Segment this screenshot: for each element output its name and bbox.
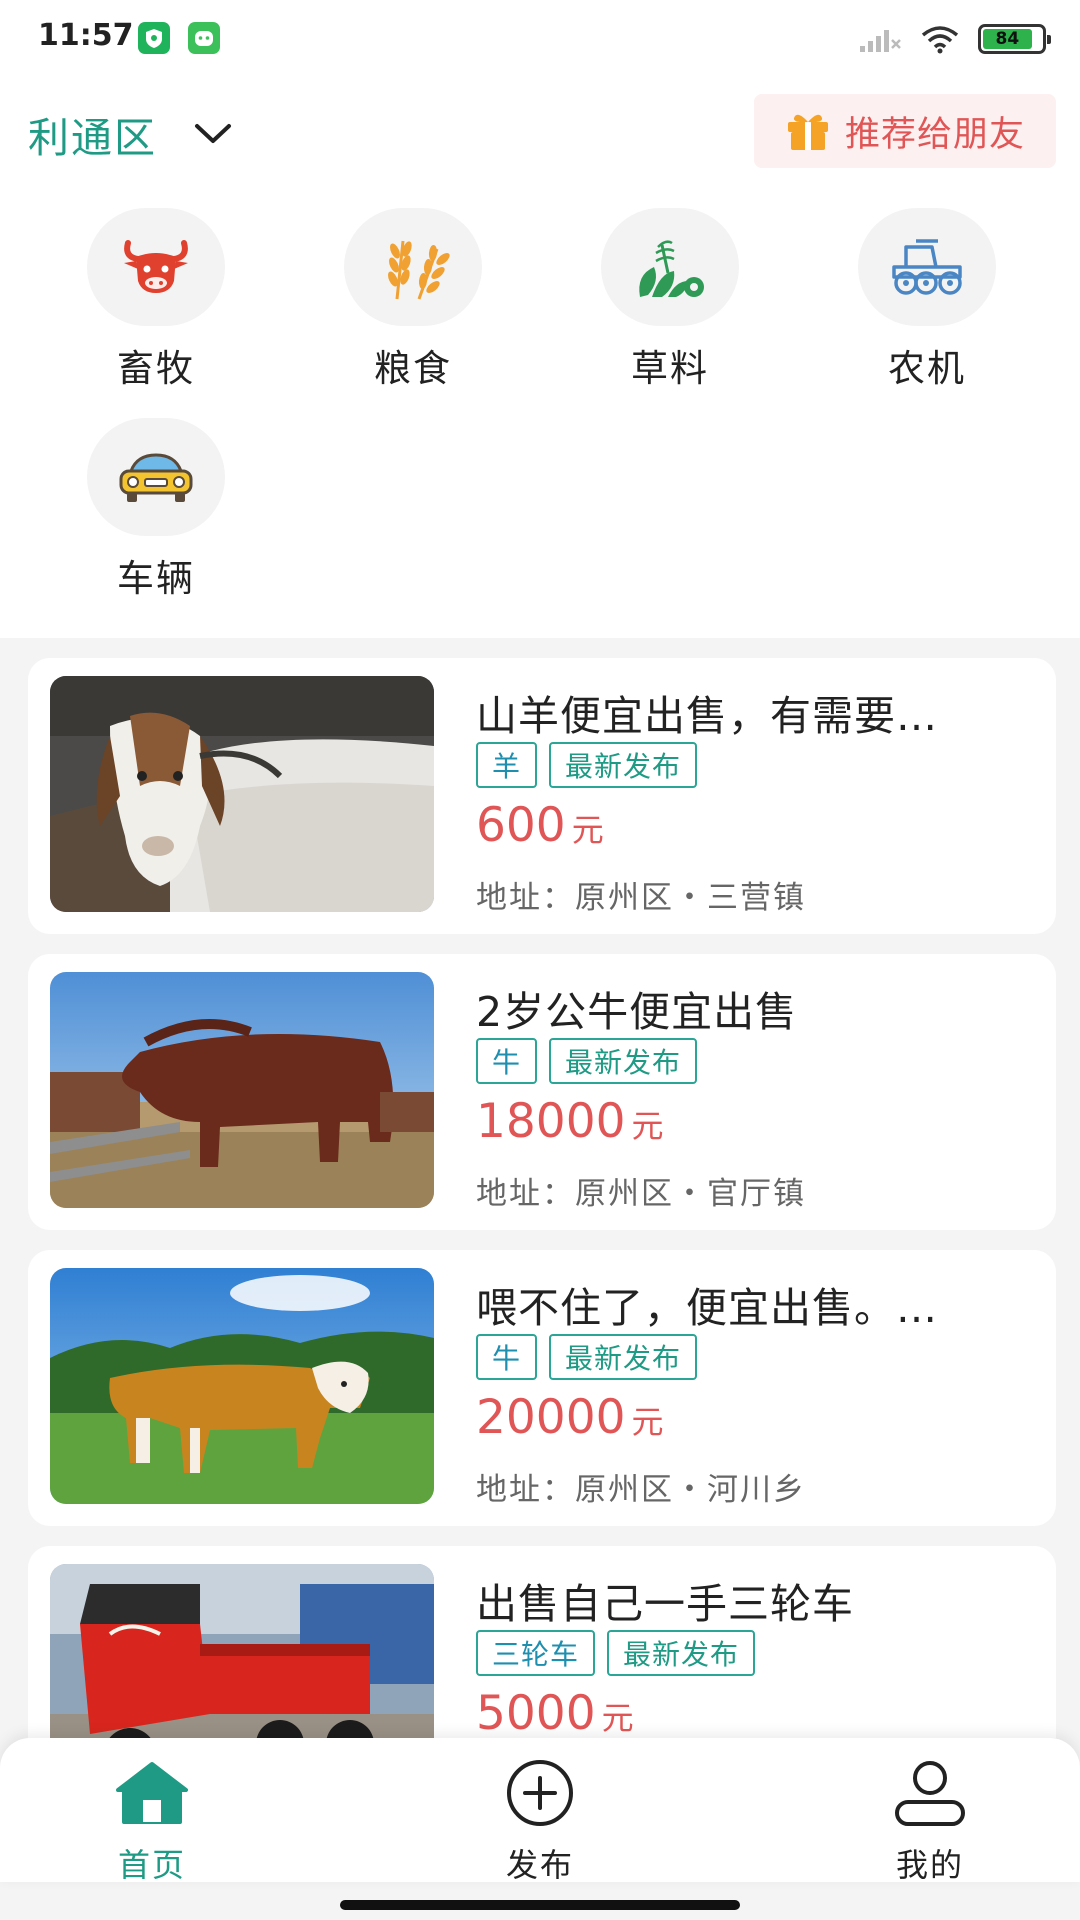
listing-address: 地址：原州区・官厅镇 <box>476 1176 806 1212</box>
car-icon <box>119 453 193 502</box>
listing-price: 600 元 <box>476 798 604 853</box>
listing-address: 地址：原州区・三营镇 <box>476 880 806 916</box>
nav-home[interactable]: 首页 <box>52 1756 252 1886</box>
status-bar: 11:57 84 <box>0 0 1080 78</box>
listing-price: 18000 元 <box>476 1094 664 1149</box>
gift-icon <box>787 114 828 150</box>
listing-card[interactable]: 山羊便宜出售，有需要… 羊 最新发布 600 元 地址：原州区・三营镇 <box>28 658 1056 934</box>
bottom-nav: 首页 发布 我的 <box>0 1738 1080 1884</box>
category-icon-circle <box>87 418 225 536</box>
listing-card[interactable]: 喂不住了，便宜出售。… 牛 最新发布 20000 元 地址：原州区・河川乡 <box>28 1250 1056 1526</box>
category-icon-circle <box>87 208 225 326</box>
category-icon-circle <box>601 208 739 326</box>
listing-card[interactable]: 出售自己一手三轮车 三轮车 最新发布 5000 元 <box>28 1546 1056 1738</box>
cat-app-icon <box>188 22 220 54</box>
category-tag: 牛 <box>476 1038 538 1084</box>
wheat-icon <box>388 240 450 300</box>
district-selector[interactable]: 利通区 <box>28 104 233 164</box>
listing-tags: 三轮车 最新发布 <box>476 1630 756 1676</box>
battery-icon: 84 <box>978 24 1051 54</box>
price-value: 5000 <box>476 1686 596 1738</box>
category-grain[interactable]: 粮食 <box>328 208 498 392</box>
price-value: 600 <box>476 798 566 853</box>
listing-list: 山羊便宜出售，有需要… 羊 最新发布 600 元 地址：原州区・三营镇 2岁公牛… <box>0 658 1080 1738</box>
new-tag: 最新发布 <box>549 1038 698 1084</box>
category-tag: 牛 <box>476 1334 538 1380</box>
wifi-icon <box>921 26 959 54</box>
price-unit: 元 <box>631 1107 664 1145</box>
listing-tags: 牛 最新发布 <box>476 1334 698 1380</box>
goat-photo <box>50 676 434 912</box>
category-icon-circle <box>344 208 482 326</box>
category-label: 车辆 <box>117 557 195 600</box>
header: 利通区 推荐给朋友 <box>0 94 1080 174</box>
new-tag: 最新发布 <box>549 1334 698 1380</box>
category-livestock[interactable]: 畜牧 <box>71 208 241 392</box>
category-tag: 三轮车 <box>476 1630 596 1676</box>
category-label: 农机 <box>888 347 966 390</box>
battery-level: 84 <box>983 29 1032 49</box>
tricycle-photo <box>50 1564 434 1738</box>
user-icon <box>895 1761 965 1826</box>
new-tag: 最新发布 <box>607 1630 756 1676</box>
cow-icon <box>124 240 188 293</box>
home-icon <box>116 1762 188 1824</box>
listing-title: 喂不住了，便宜出售。… <box>476 1284 938 1332</box>
nav-profile[interactable]: 我的 <box>830 1756 1030 1886</box>
category-label: 粮食 <box>374 347 452 390</box>
nav-label: 发布 <box>505 1846 574 1884</box>
category-grid: 畜牧 粮食 草料 农机 车辆 <box>0 208 1080 600</box>
new-tag: 最新发布 <box>549 742 698 788</box>
category-label: 草料 <box>631 347 709 390</box>
price-unit: 元 <box>631 1403 664 1441</box>
shield-app-icon <box>138 22 170 54</box>
recommend-label: 推荐给朋友 <box>844 114 1025 155</box>
price-value: 18000 <box>476 1094 626 1149</box>
price-unit: 元 <box>601 1699 634 1737</box>
home-indicator[interactable] <box>340 1900 740 1910</box>
listing-title: 山羊便宜出售，有需要… <box>476 692 938 740</box>
grass-icon <box>639 240 704 297</box>
listing-title: 2岁公牛便宜出售 <box>476 988 798 1036</box>
chevron-down-icon <box>195 124 231 143</box>
category-icon-circle <box>858 208 996 326</box>
price-unit: 元 <box>571 811 604 849</box>
signal-icon <box>860 30 901 52</box>
listing-tags: 羊 最新发布 <box>476 742 698 788</box>
status-time: 11:57 <box>38 18 134 53</box>
plus-circle-icon <box>507 1760 573 1826</box>
category-vehicles[interactable]: 车辆 <box>71 418 241 602</box>
category-label: 畜牧 <box>117 347 195 390</box>
price-value: 20000 <box>476 1390 626 1445</box>
category-tag: 羊 <box>476 742 538 788</box>
category-farm-machinery[interactable]: 农机 <box>842 208 1012 392</box>
listing-title: 出售自己一手三轮车 <box>476 1580 854 1628</box>
listing-tags: 牛 最新发布 <box>476 1038 698 1084</box>
nav-label: 首页 <box>117 1846 186 1884</box>
listing-address: 地址：原州区・河川乡 <box>476 1472 806 1508</box>
nav-publish[interactable]: 发布 <box>440 1756 640 1886</box>
bull-photo <box>50 972 434 1208</box>
status-icons: 84 <box>858 22 1051 56</box>
recommend-button[interactable]: 推荐给朋友 <box>754 94 1056 168</box>
nav-label: 我的 <box>895 1846 964 1884</box>
district-label: 利通区 <box>28 114 157 162</box>
cow-photo <box>50 1268 434 1504</box>
tractor-icon <box>892 239 962 295</box>
listing-card[interactable]: 2岁公牛便宜出售 牛 最新发布 18000 元 地址：原州区・官厅镇 <box>28 954 1056 1230</box>
listing-price: 20000 元 <box>476 1390 664 1445</box>
listing-price: 5000 元 <box>476 1686 634 1738</box>
category-forage[interactable]: 草料 <box>585 208 755 392</box>
